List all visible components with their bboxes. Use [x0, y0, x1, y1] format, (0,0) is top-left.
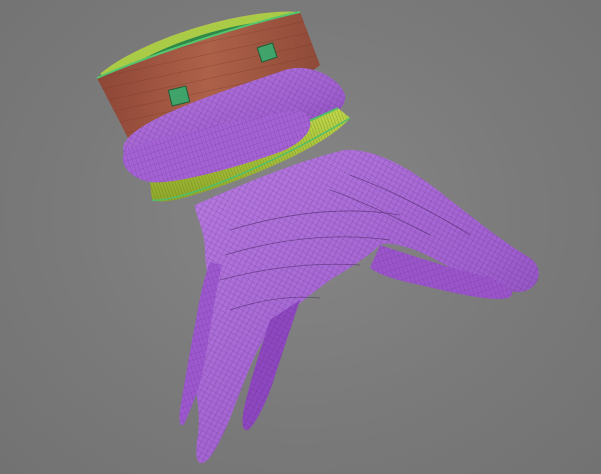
3d-viewport[interactable] — [0, 0, 601, 474]
glove-mesh-model[interactable] — [0, 0, 601, 474]
